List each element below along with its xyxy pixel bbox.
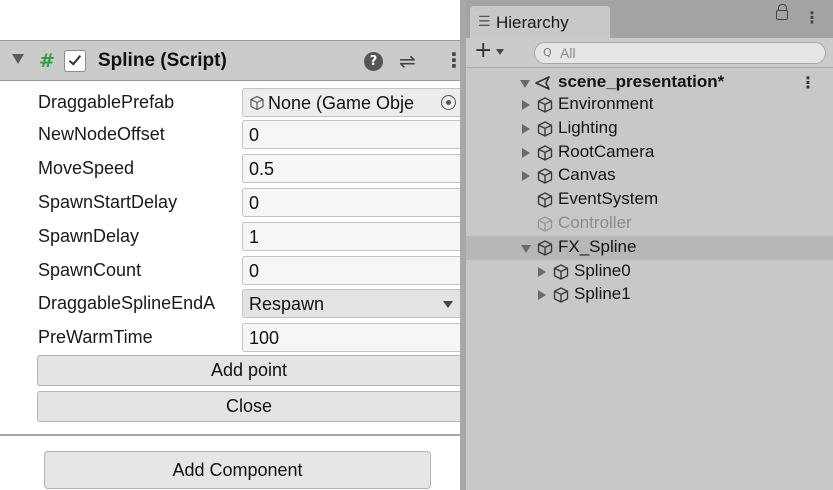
hierarchy-item-label: EventSystem [558,189,659,209]
search-placeholder: All [560,45,576,61]
collapse-arrow-icon[interactable] [521,244,531,253]
prop-label: DraggableSplineEndA [38,293,216,313]
hierarchy-item-label: Environment [558,94,654,113]
script-icon: # [39,50,55,72]
hierarchy-item-controller[interactable]: Controller [466,212,833,236]
prop-row-spawn-start-delay: SpawnStartDelay 0 [0,186,460,220]
create-plus-icon[interactable]: + [474,38,492,64]
dropdown-value: Respawn [249,294,325,314]
draggable-prefab-object-field[interactable]: None (Game Obje [242,88,460,117]
create-dropdown-arrow-icon[interactable] [496,49,504,55]
inspector-divider [0,434,460,436]
component-enabled-checkbox[interactable] [64,50,86,72]
hierarchy-item-spline0[interactable]: Spline0 [466,260,833,284]
tab-menu-icon[interactable]: ⋮ [804,8,820,27]
inspector-top-area [0,0,460,40]
hierarchy-item-rootcamera[interactable]: RootCamera [466,141,833,165]
scene-menu-icon[interactable]: ⋮ [800,73,816,92]
hierarchy-search-input[interactable]: Q All [534,42,826,64]
hierarchy-item-environment[interactable]: Environment [466,93,833,117]
hierarchy-tab-bar: ☰ Hierarchy ⋮ [466,0,833,38]
gameobject-icon [537,192,553,208]
expand-arrow-icon[interactable] [522,123,530,134]
prop-label: SpawnDelay [38,226,140,246]
prop-label: PreWarmTime [38,327,153,347]
prop-label: SpawnStartDelay [38,192,178,212]
prop-row-draggable-prefab: DraggablePrefab None (Game Obje [0,86,460,120]
component-title: Spline (Script) [98,50,227,71]
gameobject-icon [537,97,553,113]
gameobject-icon [537,168,553,185]
close-button[interactable]: Close [37,391,460,422]
hierarchy-panel: ☰ Hierarchy ⋮ + Q All scene_presentation… [466,0,833,490]
prop-row-move-speed: MoveSpeed 0.5 [0,152,460,186]
expand-arrow-icon[interactable] [522,147,530,158]
prewarm-time-field[interactable]: 100 [242,323,460,352]
add-point-button[interactable]: Add point [37,355,460,386]
move-speed-field[interactable]: 0.5 [242,154,460,183]
prop-row-spawn-count: SpawnCount 0 [0,254,460,288]
component-header[interactable]: # Spline (Script) ? ⇌ ⋮ [0,40,464,81]
component-menu-icon[interactable]: ⋮ [444,50,464,70]
gameobject-icon [250,95,264,111]
hierarchy-item-canvas[interactable]: Canvas [466,164,833,188]
hierarchy-item-label: Spline1 [574,284,631,304]
prop-row-prewarm-time: PreWarmTime 100 [0,321,460,355]
hierarchy-toolbar: + Q All [466,38,833,68]
hierarchy-item-spline1[interactable]: Spline1 [466,283,833,307]
prop-label: NewNodeOffset [38,124,165,144]
prop-value: None (Game Obje [268,93,415,113]
expand-arrow-icon[interactable] [538,266,546,277]
hierarchy-item-fx-spline[interactable]: FX_Spline [466,235,833,260]
prop-row-draggable-spline-end: DraggableSplineEndA Respawn [0,287,460,321]
gameobject-icon [537,240,553,256]
unity-scene-icon [535,76,550,90]
gameobject-icon [537,144,553,161]
expand-arrow-icon[interactable] [522,171,530,182]
dropdown-arrow-icon [443,301,453,308]
expand-arrow-icon[interactable] [522,100,530,110]
gameobject-icon [537,216,553,232]
search-icon: Q [543,46,552,59]
hierarchy-item-label: Canvas [558,165,616,185]
hierarchy-item-lighting[interactable]: Lighting [466,117,833,141]
hierarchy-item-label: RootCamera [558,141,655,161]
prop-row-spawn-delay: SpawnDelay 1 [0,220,460,254]
hierarchy-item-eventsystem[interactable]: EventSystem [466,188,833,212]
spawn-delay-field[interactable]: 1 [242,222,460,251]
spawn-count-field[interactable]: 0 [242,256,460,285]
object-picker-icon[interactable] [441,95,456,110]
hierarchy-item-label: Lighting [558,117,618,137]
foldout-arrow-icon[interactable] [12,54,24,64]
inspector-panel: # Spline (Script) ? ⇌ ⋮ DraggablePrefab … [0,0,464,490]
expand-arrow-icon[interactable] [538,290,546,301]
hierarchy-item-label: Spline0 [574,260,631,280]
hierarchy-item-label: FX_Spline [558,236,637,256]
hierarchy-list-icon: ☰ [478,14,491,30]
expand-arrow-icon[interactable] [520,80,530,88]
prop-label: MoveSpeed [38,158,135,178]
tab-hierarchy[interactable]: ☰ Hierarchy [470,6,610,38]
scene-name: scene_presentation* [558,72,725,91]
help-icon[interactable]: ? [364,52,383,71]
presets-icon[interactable]: ⇌ [399,49,416,73]
scene-root-row[interactable]: scene_presentation* ⋮ [466,71,833,95]
lock-icon[interactable] [776,4,788,20]
tab-label: Hierarchy [496,13,569,32]
add-component-button[interactable]: Add Component [44,451,431,489]
prop-label: DraggablePrefab [38,92,175,112]
prop-row-new-node-offset: NewNodeOffset 0 [0,118,460,152]
draggable-spline-end-dropdown[interactable]: Respawn [242,289,460,318]
gameobject-icon [537,121,553,137]
spawn-start-delay-field[interactable]: 0 [242,188,460,217]
gameobject-icon [553,287,569,304]
gameobject-icon [553,263,569,280]
new-node-offset-field[interactable]: 0 [242,120,460,149]
checkmark-icon [68,52,82,66]
hierarchy-item-label: Controller [558,213,632,232]
prop-label: SpawnCount [38,260,142,280]
